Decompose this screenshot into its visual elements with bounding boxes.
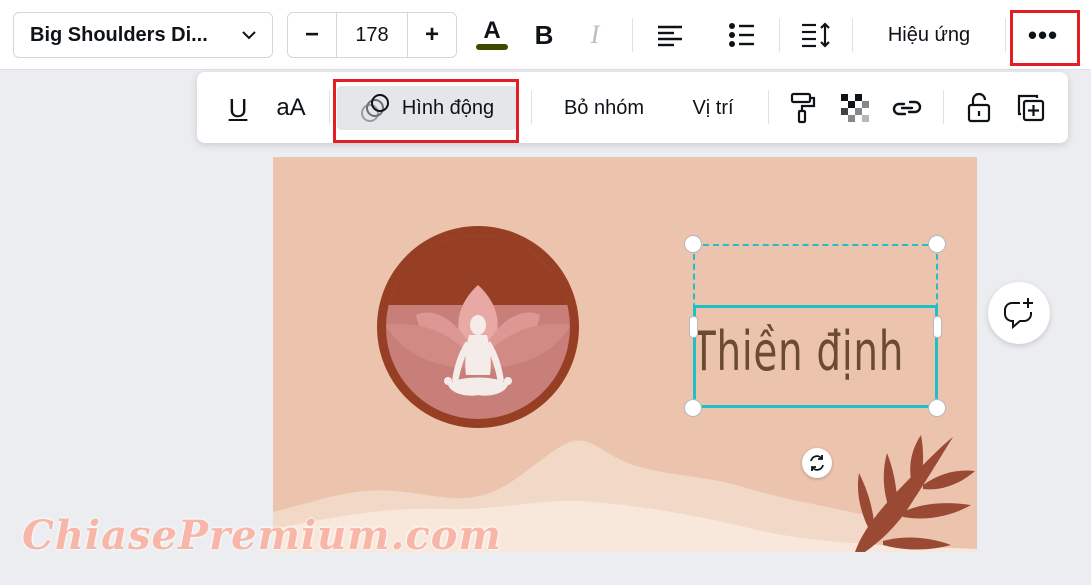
bullet-list-button[interactable] [724, 12, 760, 58]
chevron-down-icon [242, 31, 256, 40]
transparency-icon [841, 94, 869, 122]
resize-handle-bottom-left[interactable] [684, 399, 702, 417]
toolbar-divider [943, 90, 944, 124]
increase-font-size-button[interactable]: + [408, 13, 456, 57]
font-size-stepper: − 178 + [287, 12, 457, 58]
toolbar-divider [852, 18, 853, 52]
top-toolbar: Big Shoulders Di... − 178 + A B I Hiệu ứ… [0, 0, 1091, 70]
effects-button[interactable]: Hiệu ứng [870, 12, 988, 58]
watermark: ChiasePremium.com [22, 512, 502, 559]
secondary-toolbar: U aA Hình động Bỏ nhóm Vị trí [197, 72, 1068, 143]
position-button[interactable]: Vị trí [677, 86, 749, 130]
comment-add-icon [1004, 298, 1033, 330]
decrease-font-size-button[interactable]: − [288, 13, 336, 57]
duplicate-button[interactable] [1013, 86, 1049, 130]
italic-button[interactable]: I [578, 12, 612, 58]
resize-handle-bottom-right[interactable] [928, 399, 946, 417]
link-icon [892, 100, 922, 116]
toolbar-divider [632, 18, 633, 52]
lotus-meditation-icon [386, 235, 570, 396]
lock-icon [967, 92, 991, 123]
text-color-icon: A [483, 17, 501, 44]
resize-handle-top-left[interactable] [684, 235, 702, 253]
align-left-button[interactable] [652, 12, 688, 58]
toolbar-divider [1005, 18, 1006, 52]
toolbar-divider [531, 90, 532, 124]
bold-button[interactable]: B [526, 12, 562, 58]
text-color-swatch [476, 44, 508, 50]
text-selection-frame [693, 305, 938, 408]
leaf-decoration [855, 435, 975, 552]
transparency-button[interactable] [837, 86, 873, 130]
align-left-icon [658, 25, 682, 47]
lotus-logo-inner [386, 235, 570, 419]
copy-style-button[interactable] [785, 86, 821, 130]
add-comment-button[interactable] [988, 282, 1050, 344]
font-size-input[interactable]: 178 [336, 13, 408, 57]
underline-button[interactable]: U [223, 86, 253, 130]
spacing-button[interactable] [798, 12, 834, 58]
font-family-dropdown[interactable]: Big Shoulders Di... [13, 12, 273, 58]
highlight-animate-button [333, 79, 519, 143]
rotate-icon [810, 455, 824, 471]
highlight-more-options [1010, 10, 1080, 66]
rotate-handle[interactable] [802, 448, 832, 478]
toolbar-divider [329, 90, 330, 124]
letter-case-button[interactable]: aA [271, 86, 311, 130]
text-color-button[interactable]: A [472, 12, 512, 58]
font-family-value: Big Shoulders Di... [30, 23, 208, 46]
ungroup-button[interactable]: Bỏ nhóm [551, 86, 657, 130]
resize-handle-top-right[interactable] [928, 235, 946, 253]
toolbar-divider [779, 18, 780, 52]
toolbar-divider [768, 90, 769, 124]
paint-roller-icon [790, 92, 816, 124]
lock-button[interactable] [961, 86, 997, 130]
effects-label: Hiệu ứng [887, 23, 971, 46]
bullet-list-icon [729, 23, 754, 47]
link-button[interactable] [887, 86, 927, 130]
design-canvas[interactable]: Thiền định [273, 157, 977, 552]
resize-handle-left[interactable] [689, 316, 698, 338]
duplicate-icon [1017, 94, 1045, 122]
line-spacing-icon [802, 22, 830, 48]
resize-handle-right[interactable] [933, 316, 942, 338]
